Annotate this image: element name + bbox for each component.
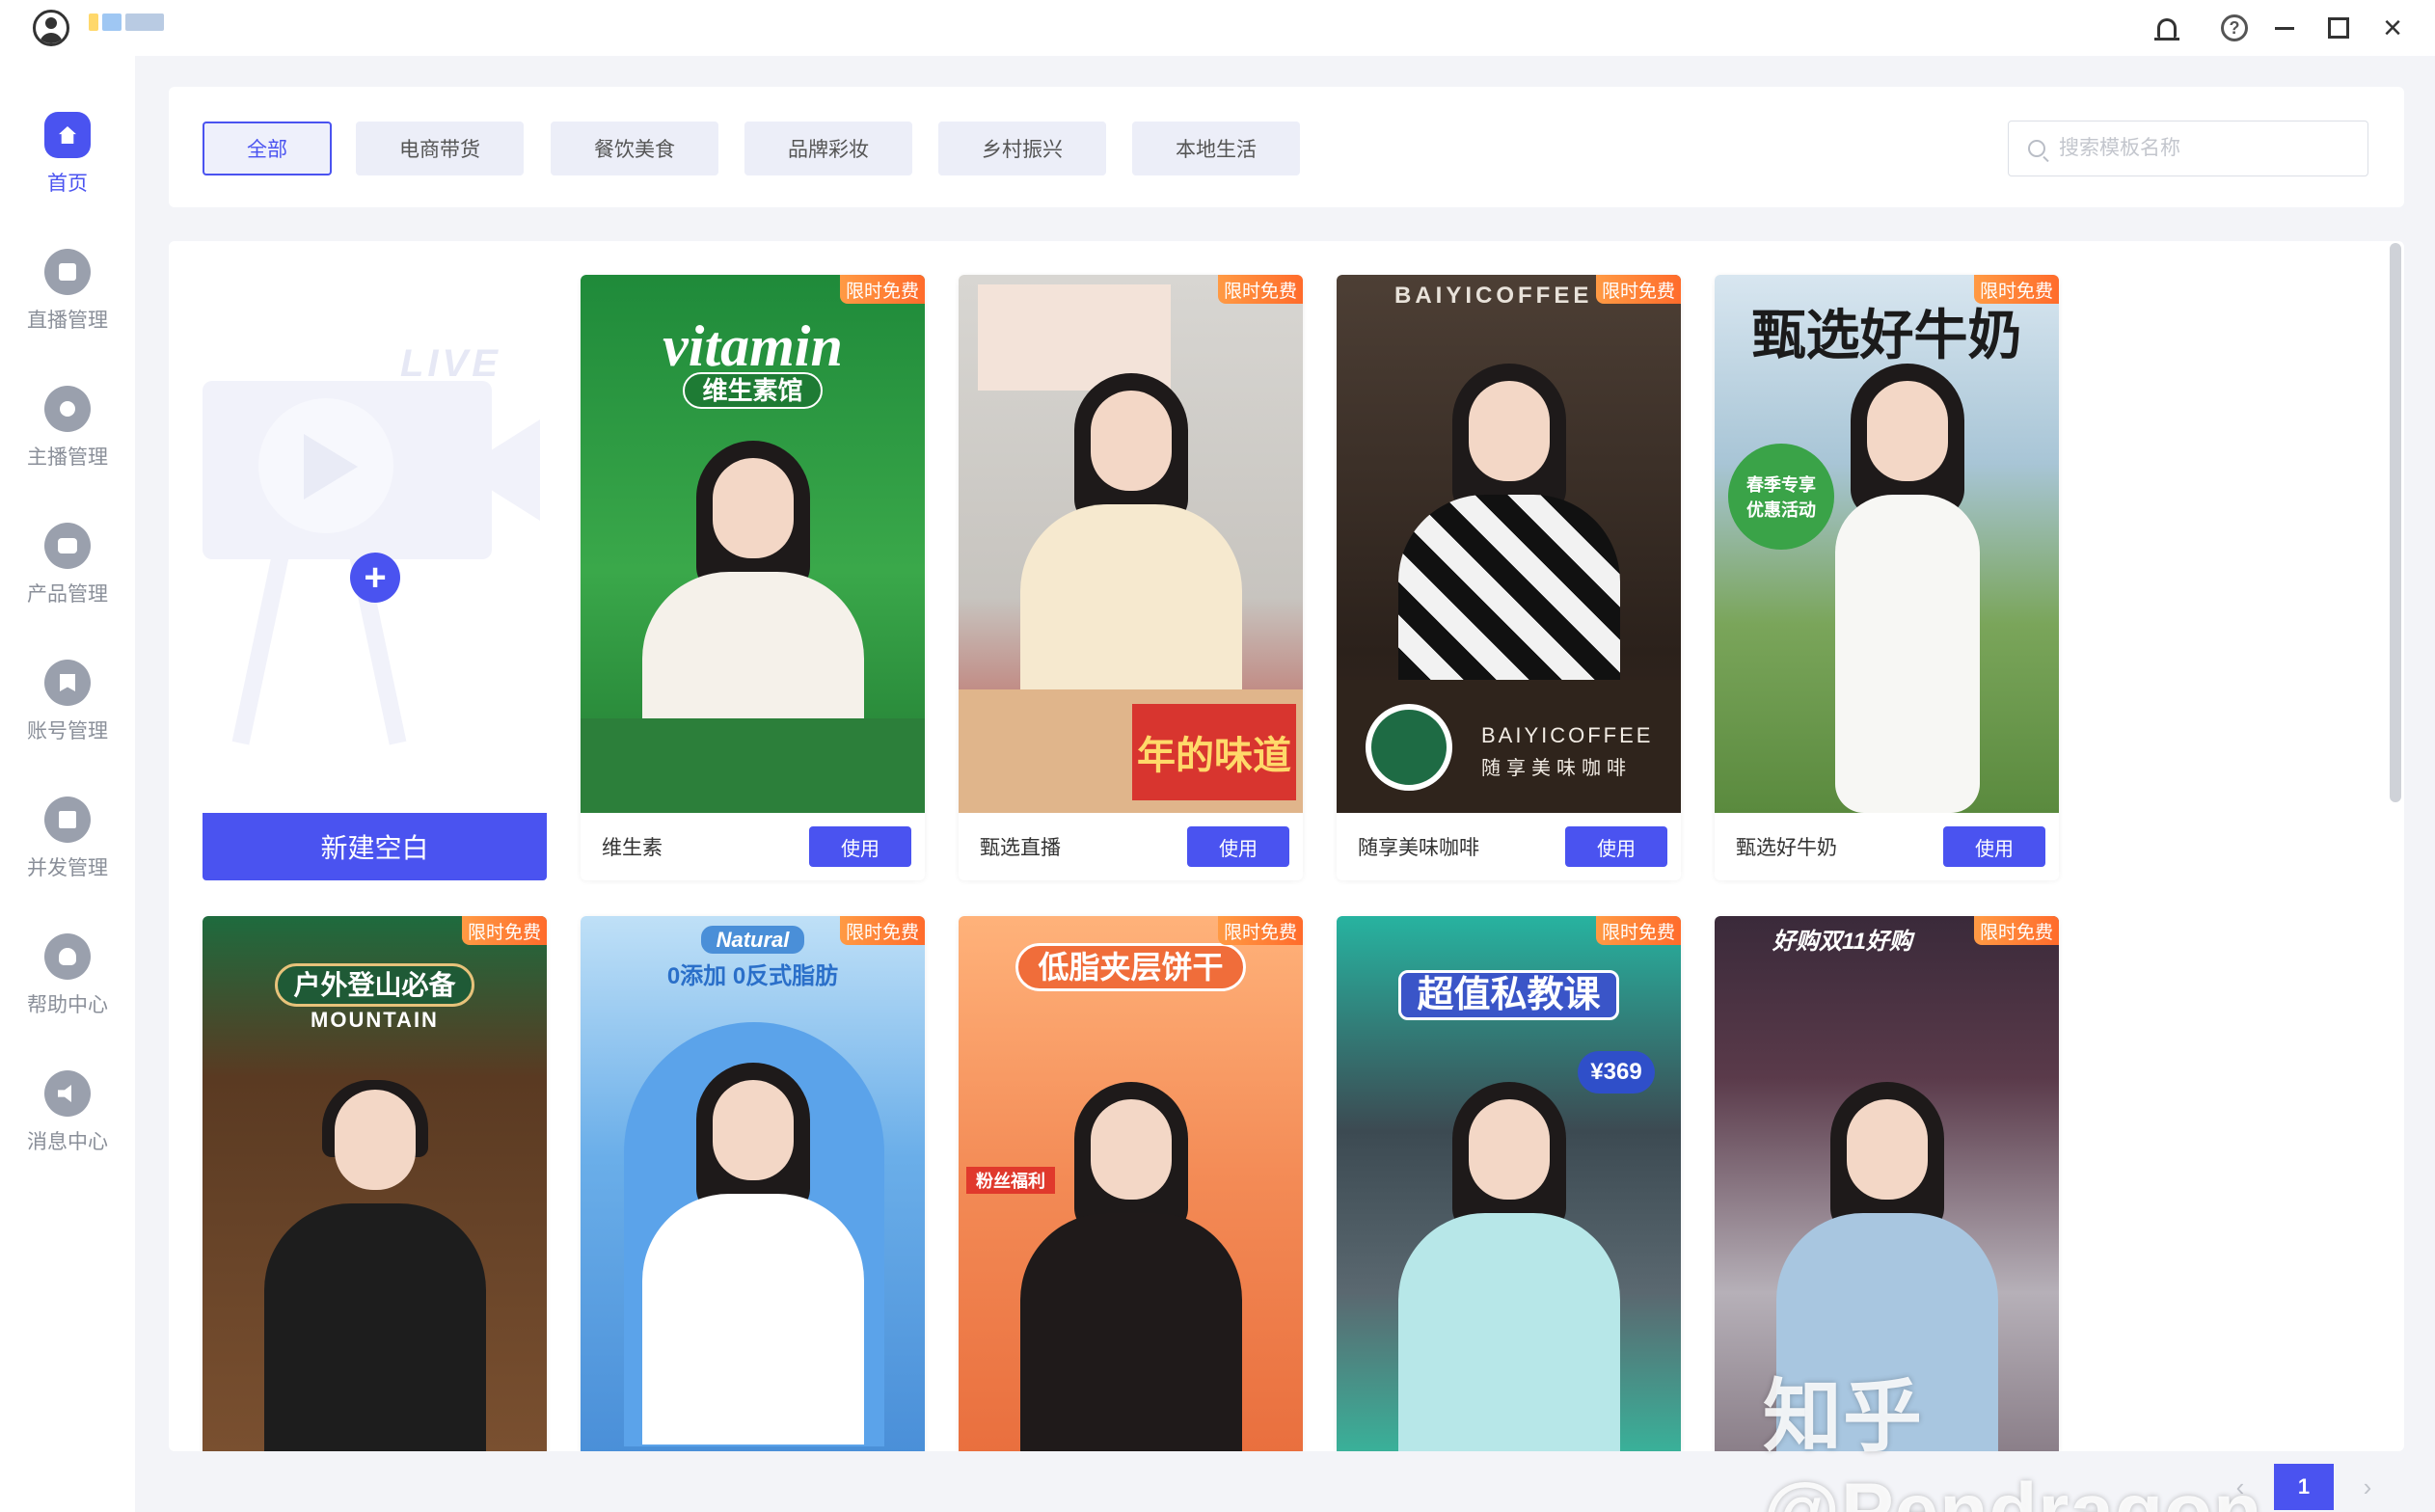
bulb-icon — [44, 933, 91, 980]
help-icon[interactable]: ? — [2218, 12, 2251, 44]
tab-beauty[interactable]: 品牌彩妆 — [744, 122, 912, 176]
template-name: 甄选直播 — [980, 837, 1061, 859]
sidebar-item-live[interactable]: 直播管理 — [0, 249, 135, 355]
live-icon — [44, 249, 91, 295]
free-badge: 限时免费 — [1595, 916, 1681, 945]
template-card[interactable]: Natural 0添加 0反式脂肪 限时免费 — [581, 916, 925, 1451]
template-thumbnail: 户外登山必备 MOUNTAIN — [203, 916, 547, 1451]
sidebar-item-label: 主播管理 — [27, 446, 108, 469]
use-button[interactable]: 使用 — [1187, 826, 1289, 867]
sidebar-item-label: 产品管理 — [27, 583, 108, 606]
sidebar-item-account[interactable]: 账号管理 — [0, 660, 135, 766]
use-button[interactable]: 使用 — [1565, 826, 1667, 867]
tab-all[interactable]: 全部 — [203, 122, 332, 176]
template-name: 甄选好牛奶 — [1736, 837, 1837, 859]
sidebar-item-anchor[interactable]: 主播管理 — [0, 386, 135, 492]
sidebar-item-concurrency[interactable]: 并发管理 — [0, 796, 135, 903]
stack-icon — [44, 796, 91, 843]
search-box[interactable] — [2008, 121, 2368, 176]
search-icon — [2028, 140, 2045, 157]
free-badge: 限时免费 — [1217, 916, 1303, 945]
template-thumbnail: Natural 0添加 0反式脂肪 — [581, 916, 925, 1451]
free-badge: 限时免费 — [1595, 275, 1681, 304]
tab-rural[interactable]: 乡村振兴 — [938, 122, 1106, 176]
bell-icon[interactable] — [2151, 12, 2183, 44]
bookmark-icon — [44, 660, 91, 706]
avatar[interactable] — [33, 10, 69, 46]
close-button[interactable]: × — [2376, 12, 2409, 44]
sidebar-item-message[interactable]: 消息中心 — [0, 1070, 135, 1176]
free-badge: 限时免费 — [1973, 275, 2059, 304]
bag-icon — [44, 523, 91, 569]
sidebar-item-product[interactable]: 产品管理 — [0, 523, 135, 629]
search-input[interactable] — [2059, 137, 2348, 160]
free-badge: 限时免费 — [1217, 275, 1303, 304]
free-badge: 限时免费 — [839, 275, 925, 304]
sidebar-item-label: 账号管理 — [27, 720, 108, 742]
template-thumbnail: vitamin 维生素馆 — [581, 275, 925, 813]
template-name: 维生素 — [602, 837, 663, 859]
scrollbar[interactable] — [2390, 243, 2401, 802]
live-decor-text: LIVE — [400, 342, 501, 385]
title-bar: ? × — [0, 0, 2435, 56]
new-blank-card[interactable]: LIVE + 新建空白 — [203, 275, 547, 880]
sidebar-item-help[interactable]: 帮助中心 — [0, 933, 135, 1040]
free-badge: 限时免费 — [839, 916, 925, 945]
template-thumbnail: 低脂夹层饼干 粉丝福利 — [959, 916, 1303, 1451]
template-card[interactable]: BAIYICOFFEE BAIYICOFFEE 随享美味咖啡 限时免费 随享美味… — [1337, 275, 1681, 880]
watermark: 知乎 @Pendragon — [1763, 1373, 2263, 1512]
use-button[interactable]: 使用 — [1943, 826, 2045, 867]
plus-icon[interactable]: + — [350, 553, 400, 603]
user-icon — [44, 386, 91, 432]
speaker-icon — [44, 1070, 91, 1117]
sidebar: 首页 直播管理 主播管理 产品管理 账号管理 并发管理 帮助中心 消息中心 — [0, 56, 135, 1512]
free-badge: 限时免费 — [461, 916, 547, 945]
sidebar-item-label: 直播管理 — [27, 310, 108, 332]
template-thumbnail: 甄选好牛奶 春季专享 优惠活动 — [1715, 275, 2059, 813]
coffee-logo — [1366, 704, 1452, 791]
user-name-blurred — [89, 14, 164, 31]
template-card[interactable]: 超值私教课 ¥369 限时免费 — [1337, 916, 1681, 1451]
maximize-button[interactable] — [2322, 12, 2355, 44]
tab-ecommerce[interactable]: 电商带货 — [356, 122, 524, 176]
template-thumbnail: 超值私教课 ¥369 — [1337, 916, 1681, 1451]
tab-local-life[interactable]: 本地生活 — [1132, 122, 1300, 176]
sidebar-item-label: 并发管理 — [27, 857, 108, 879]
filter-bar: 全部 电商带货 餐饮美食 品牌彩妆 乡村振兴 本地生活 — [169, 87, 2404, 207]
template-card[interactable]: 年的味道 限时免费 甄选直播 使用 — [959, 275, 1303, 880]
sidebar-item-label: 帮助中心 — [27, 994, 108, 1016]
minimize-button[interactable] — [2268, 12, 2301, 44]
tab-food[interactable]: 餐饮美食 — [551, 122, 718, 176]
template-name: 随享美味咖啡 — [1358, 837, 1479, 859]
template-card[interactable]: 甄选好牛奶 春季专享 优惠活动 限时免费 甄选好牛奶 使用 — [1715, 275, 2059, 880]
template-card[interactable]: 低脂夹层饼干 粉丝福利 限时免费 — [959, 916, 1303, 1451]
home-icon — [44, 112, 91, 158]
new-blank-button[interactable]: 新建空白 — [203, 813, 547, 880]
template-panel: LIVE + 新建空白 vitamin 维生素馆 限时免费 维生素 使用 年的味… — [169, 241, 2404, 1451]
template-card[interactable]: 户外登山必备 MOUNTAIN 限时免费 — [203, 916, 547, 1451]
use-button[interactable]: 使用 — [809, 826, 911, 867]
template-card[interactable]: vitamin 维生素馆 限时免费 维生素 使用 — [581, 275, 925, 880]
template-thumbnail: 年的味道 — [959, 275, 1303, 813]
sidebar-item-home[interactable]: 首页 — [0, 112, 135, 218]
sidebar-item-label: 首页 — [47, 173, 88, 195]
sidebar-item-label: 消息中心 — [27, 1131, 108, 1153]
template-thumbnail: BAIYICOFFEE BAIYICOFFEE 随享美味咖啡 — [1337, 275, 1681, 813]
free-badge: 限时免费 — [1973, 916, 2059, 945]
